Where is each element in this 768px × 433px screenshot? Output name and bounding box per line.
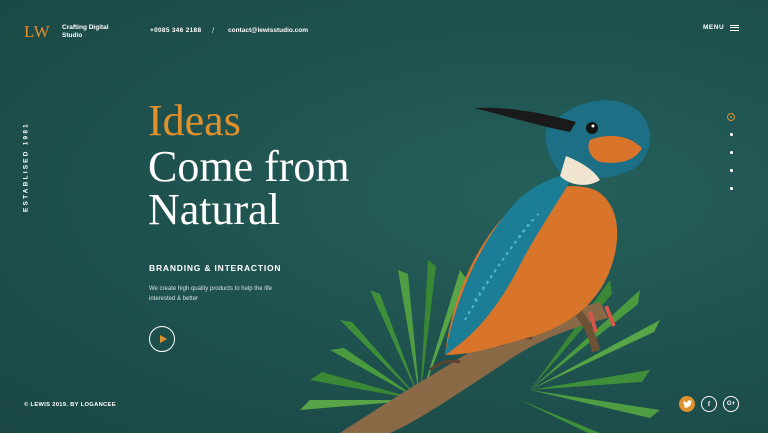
established-text: ESTABLISED 1981 <box>22 122 30 212</box>
top-bar: LW Crafting Digital Studio +0085 346 218… <box>0 0 768 62</box>
slide-pagination <box>727 113 737 195</box>
hero-title-natural: Natural <box>148 185 280 234</box>
slide-dot[interactable] <box>730 169 733 172</box>
google-plus-icon[interactable]: G+ <box>723 396 739 412</box>
copyright: © LEWIS 2019. BY LOGANCEE <box>24 402 116 408</box>
hero-description: We create high quality products to help … <box>149 286 272 302</box>
play-video-button[interactable] <box>149 326 175 352</box>
logo[interactable]: LW <box>24 22 50 42</box>
slide-dot[interactable] <box>730 151 733 154</box>
hamburger-icon <box>730 24 740 31</box>
play-icon <box>160 335 167 343</box>
header-separator: / <box>212 26 215 35</box>
phone-number[interactable]: +0085 346 2188 <box>150 27 201 34</box>
twitter-icon[interactable] <box>679 396 695 412</box>
menu-button[interactable]: MENU <box>703 24 740 31</box>
tagline: Crafting Digital Studio <box>62 24 109 39</box>
slide-dot[interactable] <box>730 187 733 190</box>
hero-subheading: BRANDING & INTERACTION <box>149 263 282 273</box>
kingfisher-image <box>300 100 660 433</box>
landing-page: LW Crafting Digital Studio +0085 346 218… <box>0 0 768 433</box>
email-link[interactable]: contact@lewisstudio.com <box>228 27 308 34</box>
established-label: ESTABLISED 1981 <box>16 112 36 222</box>
slide-dot[interactable] <box>730 133 733 136</box>
facebook-icon[interactable]: f <box>701 396 717 412</box>
slide-dot-active[interactable] <box>727 113 735 121</box>
hero-title-ideas: Ideas <box>148 96 241 145</box>
menu-label: MENU <box>703 24 725 31</box>
